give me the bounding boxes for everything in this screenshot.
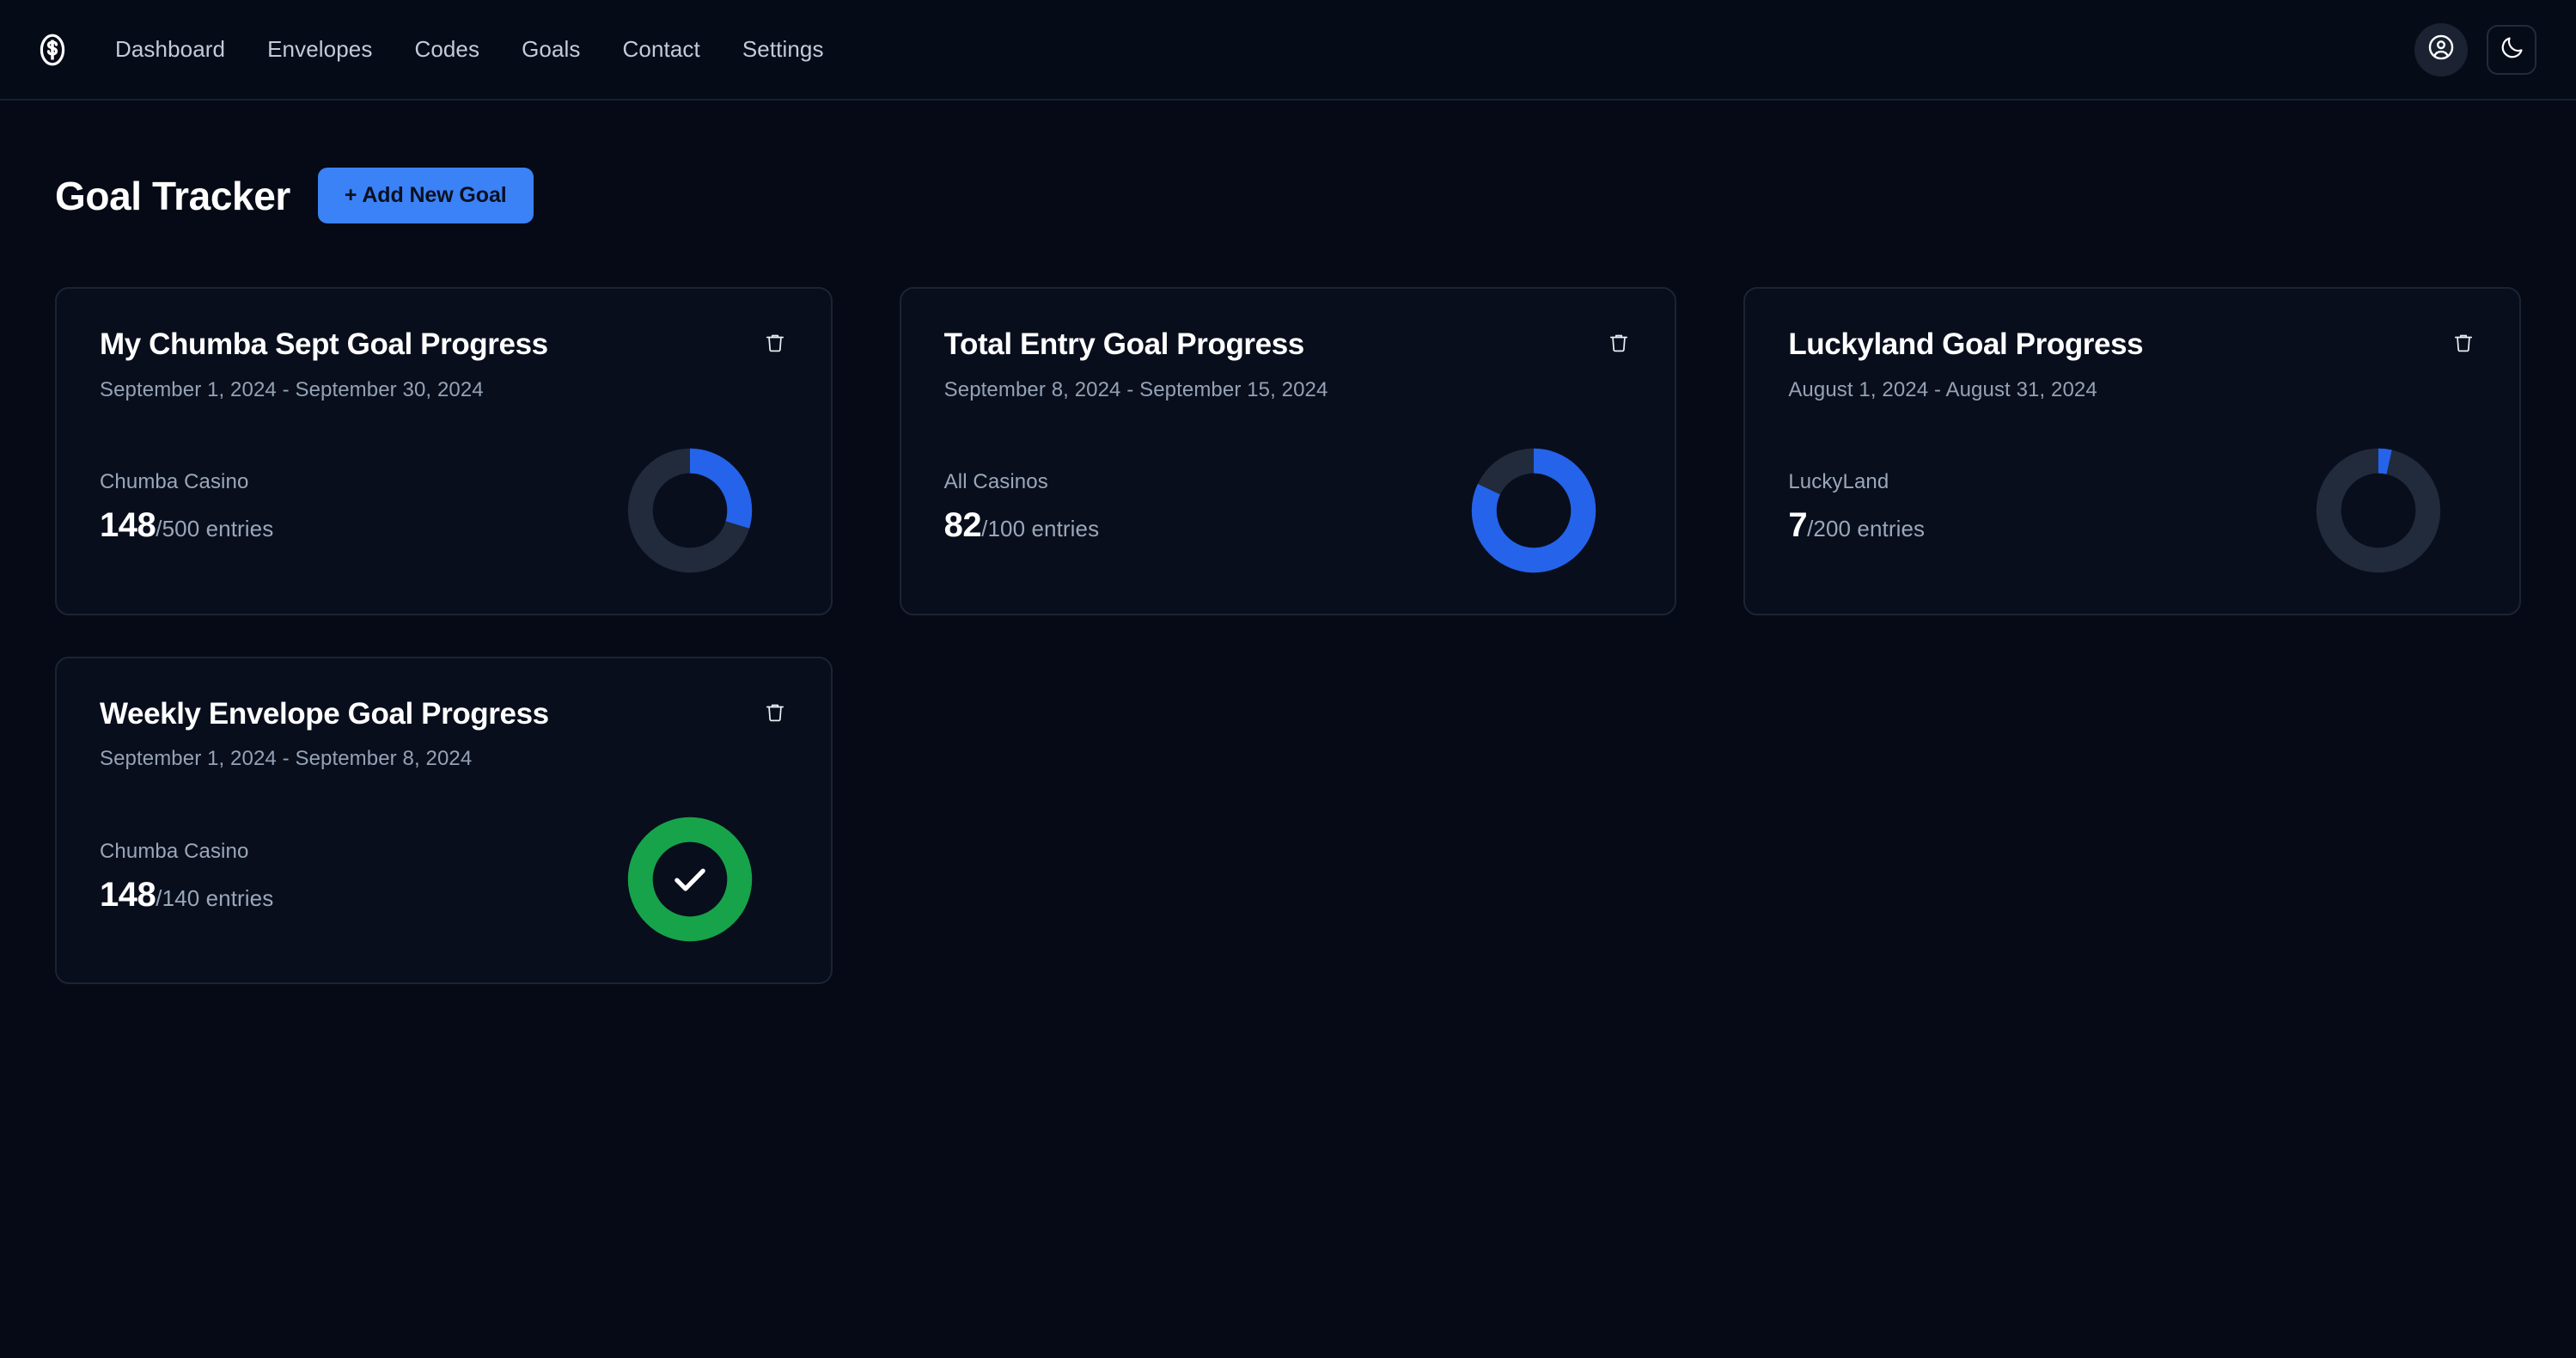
- goal-card-body: LuckyLand 7 /200 entries: [1788, 445, 2476, 576]
- goal-current-value: 148: [100, 506, 156, 544]
- delete-goal-button[interactable]: [743, 328, 788, 357]
- goal-source-label: Chumba Casino: [100, 839, 249, 863]
- goal-card-title: Total Entry Goal Progress: [943, 327, 1305, 361]
- nav-links: Dashboard Envelopes Codes Goals Contact …: [115, 36, 824, 63]
- goal-card: Weekly Envelope Goal Progress September …: [55, 656, 833, 984]
- page-content: Goal Tracker + Add New Goal My Chumba Se…: [0, 101, 2576, 984]
- goal-progress-numbers: 148 /500 entries: [100, 506, 273, 545]
- delete-goal-button[interactable]: [743, 698, 788, 726]
- goal-card-header: Luckyland Goal Progress: [1788, 327, 2476, 362]
- goal-card-title: Weekly Envelope Goal Progress: [100, 696, 549, 731]
- goal-progress-donut: [1468, 445, 1599, 576]
- user-circle-icon: [2426, 33, 2456, 66]
- top-navbar: Dashboard Envelopes Codes Goals Contact …: [0, 0, 2576, 101]
- trash-icon: [764, 332, 786, 357]
- account-button[interactable]: [2414, 22, 2468, 76]
- nav-link-goals[interactable]: Goals: [522, 36, 580, 63]
- goal-progress-numbers: 148 /140 entries: [100, 876, 273, 915]
- goal-card-body: All Casinos 82 /100 entries: [944, 445, 1633, 576]
- goal-stats: Chumba Casino 148 /500 entries: [100, 470, 273, 550]
- moon-icon: [2499, 34, 2525, 65]
- goal-card-title: Luckyland Goal Progress: [1788, 327, 2144, 361]
- page-header: Goal Tracker + Add New Goal: [55, 101, 2521, 223]
- goal-card-body: Chumba Casino 148 /140 entries: [100, 814, 788, 945]
- goal-date-range: September 1, 2024 - September 8, 2024: [100, 747, 473, 770]
- goal-target-value: /100 entries: [981, 516, 1100, 541]
- dollar-circle-icon[interactable]: [34, 32, 70, 68]
- goal-card-header: Total Entry Goal Progress: [943, 327, 1633, 362]
- page-title: Goal Tracker: [55, 173, 290, 218]
- goal-target-value: /500 entries: [156, 516, 274, 541]
- goal-stats: Chumba Casino 148 /140 entries: [100, 840, 273, 920]
- goal-date-range: August 1, 2024 - August 31, 2024: [1788, 377, 2097, 401]
- goal-progress-donut: [625, 445, 755, 576]
- goal-progress-numbers: 82 /100 entries: [944, 506, 1100, 545]
- goal-current-value: 148: [100, 875, 156, 914]
- goal-target-value: /200 entries: [1807, 516, 1926, 541]
- goal-card-header: My Chumba Sept Goal Progress: [100, 327, 788, 362]
- add-new-goal-button[interactable]: + Add New Goal: [317, 168, 534, 223]
- goal-card: Luckyland Goal Progress August 1, 2024 -…: [1743, 287, 2521, 615]
- goal-complete-check: [625, 814, 755, 945]
- trash-icon: [2452, 332, 2475, 357]
- navbar-actions: [2414, 22, 2536, 76]
- goal-stats: All Casinos 82 /100 entries: [944, 470, 1100, 550]
- delete-goal-button[interactable]: [1587, 328, 1632, 357]
- goal-cards-grid-row2: Weekly Envelope Goal Progress September …: [55, 656, 2521, 984]
- goal-card: Total Entry Goal Progress September 8, 2…: [899, 287, 1677, 615]
- goal-progress-numbers: 7 /200 entries: [1788, 506, 1925, 545]
- goal-current-value: 7: [1788, 506, 1808, 544]
- theme-toggle-button[interactable]: [2487, 24, 2536, 75]
- nav-link-dashboard[interactable]: Dashboard: [115, 36, 225, 63]
- goal-card: My Chumba Sept Goal Progress September 1…: [55, 287, 833, 615]
- goal-card-header: Weekly Envelope Goal Progress: [100, 696, 788, 731]
- check-icon: [668, 857, 712, 902]
- goal-current-value: 82: [943, 506, 982, 544]
- nav-link-contact[interactable]: Contact: [623, 36, 700, 63]
- goal-date-range: September 1, 2024 - September 30, 2024: [100, 377, 484, 401]
- goal-date-range: September 8, 2024 - September 15, 2024: [943, 377, 1328, 401]
- trash-icon: [1608, 332, 1630, 357]
- goal-source-label: Chumba Casino: [100, 470, 249, 493]
- goal-source-label: All Casinos: [943, 470, 1048, 493]
- goal-card-body: Chumba Casino 148 /500 entries: [100, 445, 788, 576]
- goal-target-value: /140 entries: [156, 884, 274, 911]
- goal-stats: LuckyLand 7 /200 entries: [1788, 470, 1925, 550]
- delete-goal-button[interactable]: [2432, 328, 2476, 357]
- goal-card-title: My Chumba Sept Goal Progress: [100, 327, 548, 361]
- nav-link-settings[interactable]: Settings: [742, 36, 824, 63]
- nav-link-codes[interactable]: Codes: [414, 36, 479, 63]
- trash-icon: [764, 701, 786, 726]
- goal-source-label: LuckyLand: [1788, 470, 1889, 493]
- nav-link-envelopes[interactable]: Envelopes: [267, 36, 372, 63]
- goal-cards-grid: My Chumba Sept Goal Progress September 1…: [55, 287, 2521, 615]
- goal-progress-donut-complete: [625, 814, 755, 945]
- goal-progress-donut: [2313, 445, 2444, 576]
